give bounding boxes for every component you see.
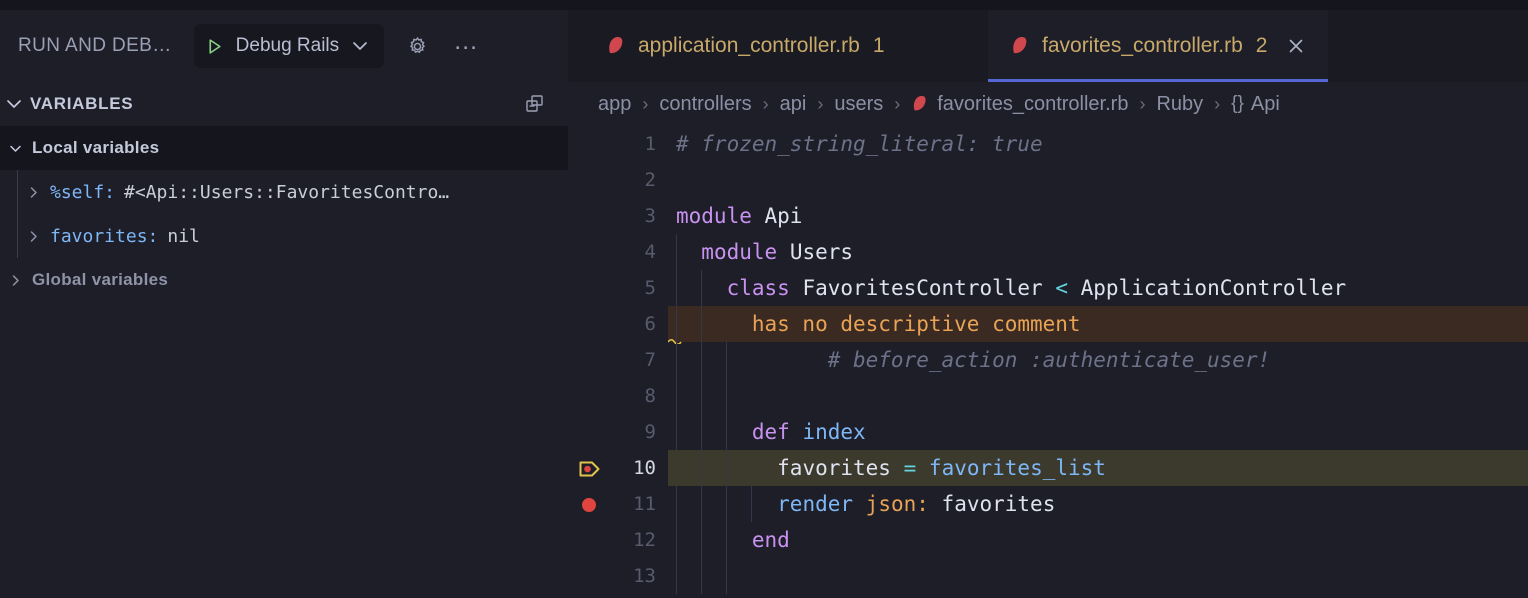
line-number: 10 — [633, 457, 656, 479]
collapse-all-icon[interactable] — [524, 93, 546, 115]
code-line: 13 — [568, 558, 1528, 594]
line-number: 11 — [633, 493, 656, 515]
line-content: class FavoritesController < ApplicationC… — [726, 276, 1347, 300]
line-number: 12 — [633, 529, 656, 551]
line-number: 8 — [644, 385, 656, 407]
variables-group-global[interactable]: Global variables — [0, 258, 568, 302]
title-bar — [0, 0, 1528, 10]
line-number: 2 — [644, 169, 656, 191]
debug-config-label: Debug Rails — [235, 35, 340, 56]
breadcrumb-item-symbol-api[interactable]: Api — [1251, 93, 1280, 116]
line-content: module Users — [701, 240, 854, 264]
code-line: 12 end — [568, 522, 1528, 558]
tab-label: application_controller.rb — [638, 34, 860, 57]
chevron-right-icon: › — [1214, 93, 1221, 114]
line-content: # before_action :authenticate_user! — [751, 348, 1271, 372]
tab-badge: 1 — [872, 34, 885, 57]
line-number: 1 — [644, 133, 656, 155]
brace-icon: {} — [1231, 93, 1244, 114]
code-line: 3 module Api — [568, 198, 1528, 234]
breakpoint-icon[interactable] — [578, 493, 602, 517]
line-number: 3 — [644, 205, 656, 227]
chevron-right-icon: › — [817, 93, 824, 114]
group-label: Local variables — [32, 138, 160, 157]
breadcrumb: app › controllers › api › users › favori… — [568, 82, 1528, 126]
line-number: 13 — [633, 565, 656, 587]
gear-icon[interactable] — [406, 35, 429, 58]
variables-tree: Local variables %self: #<Api::Users::Fav… — [0, 126, 568, 302]
breadcrumb-item-controllers[interactable]: controllers — [659, 93, 751, 116]
chevron-right-icon: › — [894, 93, 901, 114]
line-content: render json: favorites — [777, 492, 1056, 516]
line-content: module Api — [676, 204, 803, 228]
execution-pointer-icon[interactable] — [578, 457, 602, 481]
chevron-down-icon — [353, 42, 368, 50]
variable-name: %self: — [50, 181, 116, 203]
line-number: 7 — [644, 349, 656, 371]
play-icon — [209, 38, 221, 54]
variables-label: VARIABLES — [30, 94, 134, 113]
code-line-error: 6 has no descriptive comment — [568, 306, 1528, 344]
code-line: 7 # before_action :authenticate_user! — [568, 342, 1528, 378]
chevron-right-icon — [30, 186, 37, 198]
run-and-debug-sidebar: RUN AND DEB… Debug Rails … VARIABLES Loc… — [0, 10, 568, 598]
line-content: favorites = favorites_list — [777, 456, 1106, 480]
variable-value: nil — [167, 225, 200, 247]
breadcrumb-item-file[interactable]: favorites_controller.rb — [937, 93, 1128, 116]
panel-title: RUN AND DEB… — [18, 35, 172, 56]
code-editor[interactable]: 1 # frozen_string_literal: true 2 3 modu… — [568, 126, 1528, 598]
close-icon[interactable] — [1286, 36, 1306, 56]
code-line: 1 # frozen_string_literal: true — [568, 126, 1528, 162]
tab-label: favorites_controller.rb — [1042, 34, 1243, 57]
code-line: 8 — [568, 378, 1528, 414]
breadcrumb-item-ruby[interactable]: Ruby — [1156, 93, 1203, 116]
variable-name: favorites: — [50, 225, 159, 247]
line-content: has no descriptive comment — [751, 312, 1081, 336]
tab-application-controller[interactable]: application_controller.rb 1 — [584, 10, 907, 82]
line-content: def index — [751, 420, 866, 444]
tab-badge: 2 — [1255, 34, 1268, 57]
line-number: 6 — [644, 313, 656, 335]
code-line: 5 class FavoritesController < Applicatio… — [568, 270, 1528, 306]
comment-token: # frozen_string_literal: true — [676, 132, 1043, 156]
line-number: 9 — [644, 421, 656, 443]
debug-toolbar: RUN AND DEB… Debug Rails … — [0, 10, 568, 82]
ruby-file-icon — [914, 95, 926, 111]
chevron-right-icon: › — [762, 93, 769, 114]
variable-row-self[interactable]: %self: #<Api::Users::FavoritesContro… — [0, 170, 568, 214]
code-line-breakpoint: 11 render json: favorites — [568, 486, 1528, 522]
line-number: 5 — [644, 277, 656, 299]
editor-tabbar: application_controller.rb 1 favorites_co… — [568, 10, 1528, 82]
ruby-file-icon — [609, 36, 623, 54]
more-actions-icon[interactable]: … — [453, 29, 480, 56]
variable-row-favorites[interactable]: favorites: nil — [0, 214, 568, 258]
variable-value: #<Api::Users::FavoritesContro… — [124, 181, 450, 203]
breadcrumb-item-users[interactable]: users — [834, 93, 883, 116]
chevron-right-icon: › — [1139, 93, 1146, 114]
chevron-right-icon: › — [642, 93, 649, 114]
variables-group-local[interactable]: Local variables — [0, 126, 568, 170]
debug-config-button[interactable]: Debug Rails — [193, 24, 385, 68]
code-line: 9 def index — [568, 414, 1528, 450]
breadcrumb-item-app[interactable]: app — [598, 93, 631, 116]
line-content: end — [751, 528, 790, 552]
tab-favorites-controller[interactable]: favorites_controller.rb 2 — [988, 10, 1329, 82]
vscode-window: RUN AND DEB… Debug Rails … VARIABLES Loc… — [0, 0, 1528, 598]
ruby-file-icon — [1013, 36, 1027, 54]
chevron-down-icon — [7, 100, 21, 108]
editor-area: application_controller.rb 1 favorites_co… — [568, 10, 1528, 598]
chevron-right-icon — [12, 274, 19, 286]
code-line: 4 module Users — [568, 234, 1528, 270]
code-line-current: 10 favorites = favorites_list — [568, 450, 1528, 486]
breadcrumb-item-api[interactable]: api — [780, 93, 807, 116]
line-content: # frozen_string_literal: true — [676, 126, 1043, 162]
code-line: 2 — [568, 162, 1528, 198]
variables-section-header[interactable]: VARIABLES — [0, 82, 568, 126]
group-label: Global variables — [32, 270, 169, 289]
chevron-down-icon — [10, 145, 21, 152]
line-number: 4 — [644, 241, 656, 263]
chevron-right-icon — [30, 230, 37, 242]
